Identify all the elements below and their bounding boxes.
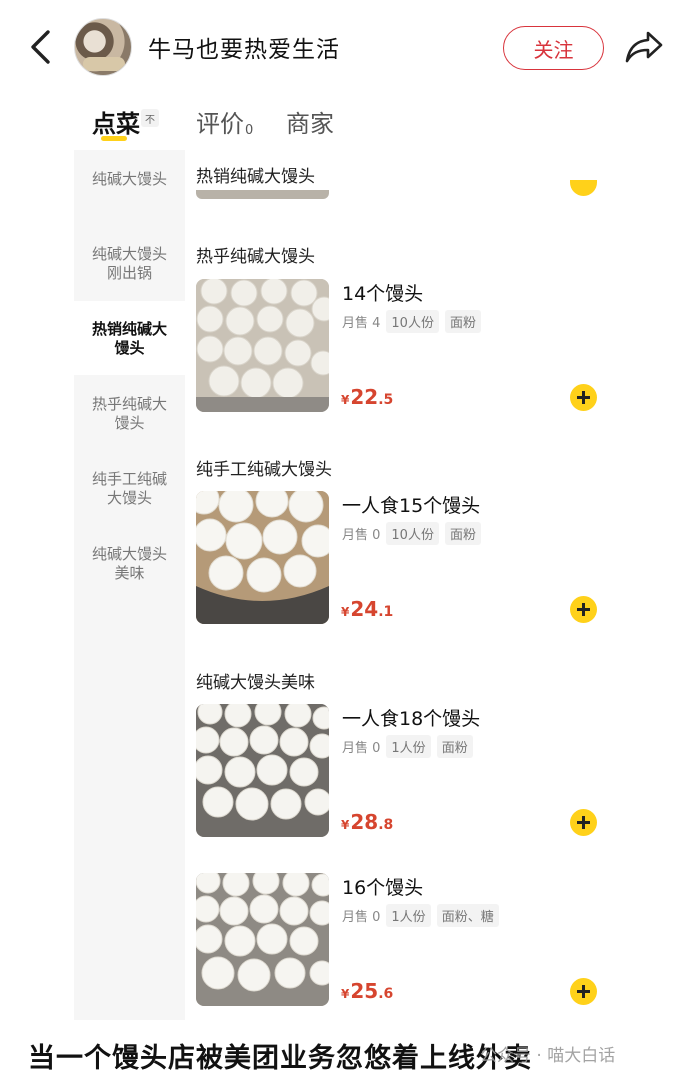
price-integer: 28 [350,810,379,834]
product-name: 16个馒头 [342,877,424,899]
product-tag: 面粉、糖 [436,904,499,927]
product-meta: 月售 0 10人份 面粉 [342,522,481,545]
tab-order-badge: 不 [141,109,159,127]
tab-order[interactable]: 点菜 [92,104,140,139]
product-image[interactable] [196,873,329,1006]
product-meta: 月售 4 10人份 面粉 [342,310,481,333]
product-price: ¥22.5 [341,385,393,409]
price-decimal: .1 [378,604,394,620]
product-image[interactable] [196,491,329,624]
sidebar-empty-area [74,600,185,1020]
product-name: 一人食15个馒头 [342,495,481,517]
sidebar-item-5[interactable]: 纯手工纯碱大馒头 [74,470,185,508]
add-to-cart-button[interactable] [570,809,597,836]
price-integer: 24 [350,597,379,621]
product-image[interactable] [196,279,329,412]
price-decimal: .6 [378,986,394,1002]
sidebar-item-2[interactable]: 纯碱大馒头刚出锅 [74,245,185,283]
category-sidebar: 纯碱大馒头 纯碱大馒头刚出锅 热销纯碱大馒头 热乎纯碱大馒头 纯手工纯碱大馒头 … [74,150,185,600]
price-currency: ¥ [341,818,350,832]
section-title: 纯碱大馒头美味 [196,673,315,693]
add-to-cart-button[interactable] [570,384,597,411]
product-tag: 面粉 [444,310,481,333]
add-button-partial[interactable] [570,180,597,196]
active-tab-indicator [101,136,127,141]
product-tag: 面粉 [444,522,481,545]
product-tag: 10人份 [386,522,439,545]
price-currency: ¥ [341,393,350,407]
tab-reviews-label: 评价 [196,110,244,138]
product-name: 一人食18个馒头 [342,708,481,730]
monthly-sales: 月售 0 [342,528,381,543]
price-decimal: .5 [378,392,394,408]
section-title: 热乎纯碱大馒头 [196,247,315,267]
product-meta: 月售 0 1人份 面粉 [342,735,473,758]
product-price: ¥24.1 [341,597,393,621]
add-to-cart-button[interactable] [570,596,597,623]
monthly-sales: 月售 0 [342,741,381,756]
price-currency: ¥ [341,605,350,619]
monthly-sales: 月售 4 [342,316,381,331]
product-tag: 1人份 [386,735,431,758]
price-integer: 22 [350,385,379,409]
review-count: 0 [245,123,254,138]
add-to-cart-button[interactable] [570,978,597,1005]
back-chevron-icon[interactable] [26,28,56,66]
monthly-sales: 月售 0 [342,910,381,925]
share-icon[interactable] [624,28,664,66]
product-meta: 月售 0 1人份 面粉、糖 [342,904,499,927]
sidebar-item-4[interactable]: 热乎纯碱大馒头 [74,395,185,433]
product-price: ¥28.8 [341,810,393,834]
product-name: 14个馒头 [342,283,424,305]
sidebar-item-6[interactable]: 纯碱大馒头美味 [74,545,185,583]
follow-button[interactable]: 关注 [503,26,604,70]
sidebar-item-1[interactable]: 纯碱大馒头 [74,170,185,189]
shop-name: 牛马也要热爱生活 [148,37,340,63]
price-decimal: .8 [378,817,394,833]
tab-reviews[interactable]: 评价0 [196,104,253,139]
product-image[interactable] [196,704,329,837]
product-tag: 1人份 [386,904,431,927]
product-tag: 面粉 [436,735,473,758]
product-price: ¥25.6 [341,979,393,1003]
sidebar-item-active[interactable]: 热销纯碱大馒头 [74,301,185,375]
product-image-partial [196,190,329,199]
price-currency: ¥ [341,987,350,1001]
image-caption: 当一个馒头店被美团业务忽悠着上线外卖 [28,1043,532,1074]
section-title: 热销纯碱大馒头 [196,167,315,187]
section-title: 纯手工纯碱大馒头 [196,460,332,480]
product-tag: 10人份 [386,310,439,333]
tab-merchant[interactable]: 商家 [286,104,334,139]
shop-avatar[interactable] [74,18,132,76]
watermark: 公众号 · 喵大白话 [480,1046,616,1066]
price-integer: 25 [350,979,379,1003]
